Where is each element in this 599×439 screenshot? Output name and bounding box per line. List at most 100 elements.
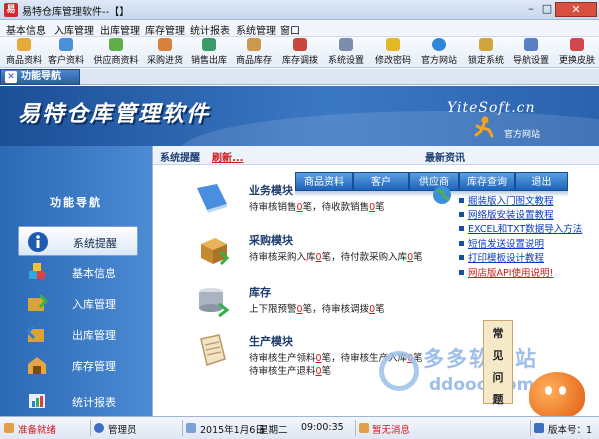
warehouse-icon <box>28 357 46 374</box>
toolbar-nav-settings-button[interactable]: 导航设置 <box>510 38 552 67</box>
business-line: 待审核销售0笔，待收款销售0笔 <box>249 202 385 213</box>
toolbar-website-button[interactable]: 官方网站 <box>418 38 460 67</box>
news-item[interactable]: 短信发送设置说明 <box>459 236 544 250</box>
watermark-logo-icon <box>379 351 419 391</box>
runner-logo-icon <box>474 116 494 138</box>
nav-item-system-reminder[interactable]: 系统提醒 <box>18 226 138 256</box>
official-site-link[interactable]: 官方网站 <box>504 127 540 140</box>
cubes-icon <box>29 263 45 279</box>
toolbar-password-button[interactable]: 修改密码 <box>372 38 414 67</box>
status-user: 管理员 <box>108 425 137 436</box>
news-heading: 最新资讯 <box>425 153 465 164</box>
toolbar-inventory-button[interactable]: 商品库存 <box>233 38 275 67</box>
goods-icon <box>17 38 31 51</box>
sales-icon <box>202 38 216 51</box>
skin-icon <box>570 38 584 51</box>
status-weekday: 星期二 <box>259 425 288 436</box>
toolbar-customer-button[interactable]: 客户资料 <box>46 38 86 67</box>
status-time: 09:00:35 <box>301 422 344 433</box>
menu-bar: 基本信息 入库管理 出库管理 库存管理 统计报表 系统管理 窗口 <box>0 20 599 37</box>
nav-item-outbound[interactable]: 出库管理 <box>18 319 138 349</box>
ie-icon <box>432 38 446 51</box>
menu-basic-info[interactable]: 基本信息 <box>6 22 46 37</box>
nav-item-basic-info[interactable]: 基本信息 <box>18 257 138 287</box>
calendar-icon <box>186 423 196 433</box>
news-item[interactable]: 网络版安装设置教程 <box>459 207 554 221</box>
title-bar: 易 易特仓库管理软件--【】 – □ ✕ <box>0 0 599 20</box>
status-version: 版本号：1 <box>548 425 593 436</box>
close-button[interactable]: ✕ <box>555 2 597 17</box>
supplier-icon <box>109 38 123 51</box>
banner-title: 易特仓库管理软件 <box>18 102 211 127</box>
toolbar-sales-button[interactable]: 销售出库 <box>188 38 230 67</box>
toolbar-skin-button[interactable]: 更换皮肤 <box>556 38 598 67</box>
left-nav-panel: 功能导航 系统提醒 基本信息 入库管理 出库管理 库存管理 统计报表 <box>0 146 152 416</box>
menu-outbound[interactable]: 出库管理 <box>100 22 140 37</box>
user-icon <box>94 423 104 433</box>
inbound-box-icon <box>28 293 48 311</box>
tab-strip <box>80 69 599 85</box>
quick-goods-button[interactable]: 商品资料 <box>295 172 353 191</box>
window-title: 易特仓库管理软件--【】 <box>22 7 130 18</box>
main-content: 系统提醒 刷新... 最新资讯 业务模块 待审核销售0笔，待收款销售0笔 采购模… <box>152 146 599 418</box>
outbound-box-icon <box>26 324 44 342</box>
nav-item-inventory[interactable]: 库存管理 <box>18 350 138 380</box>
status-ready: 准备就绪 <box>18 425 57 436</box>
refresh-link[interactable]: 刷新... <box>212 149 243 164</box>
content-header: 系统提醒 刷新... 最新资讯 <box>153 146 599 165</box>
close-tab-icon[interactable]: ✕ <box>5 71 17 83</box>
menu-window[interactable]: 窗口 <box>280 22 300 37</box>
customer-icon <box>59 38 73 51</box>
news-item[interactable]: 掘装版入门图文教程 <box>459 193 554 207</box>
purchase-line: 待审核采购入库0笔，待付款采购入库0笔 <box>249 252 423 263</box>
clipboard-icon <box>200 334 226 366</box>
purchase-icon <box>158 38 172 51</box>
quick-exit-button[interactable]: 退出 <box>515 172 568 191</box>
menu-inventory[interactable]: 库存管理 <box>145 22 185 37</box>
news-item[interactable]: 打印模板设计教程 <box>459 250 544 264</box>
toolbar: 商品资料 客户资料 供应商资料 采购进货 销售出库 商品库存 库存调拨 系统设置… <box>0 37 599 68</box>
app-icon: 易 <box>4 3 18 17</box>
toolbar-goods-button[interactable]: 商品资料 <box>4 38 44 67</box>
left-nav-title: 功能导航 <box>50 196 102 209</box>
nav-item-reports[interactable]: 统计报表 <box>18 386 138 416</box>
menu-reports[interactable]: 统计报表 <box>190 22 230 37</box>
status-bar: 准备就绪 管理员 2015年1月6日 星期二 09:00:35 暂无消息 版本号… <box>0 416 599 439</box>
version-icon <box>534 423 544 433</box>
globe-icon <box>433 186 451 204</box>
transfer-icon <box>293 38 307 51</box>
toolbar-purchase-button[interactable]: 采购进货 <box>144 38 186 67</box>
production-line-2: 待审核生产退料0笔 <box>249 366 332 377</box>
mascot-icon <box>529 372 585 418</box>
quick-customer-button[interactable]: 客户 <box>353 172 409 191</box>
report-chart-icon <box>29 394 45 408</box>
menu-system[interactable]: 系统管理 <box>236 22 276 37</box>
news-item[interactable]: 网店版API使用说明! <box>459 265 553 279</box>
faq-tab[interactable]: 常 见 问 题 <box>483 320 513 406</box>
inventory-icon <box>247 38 261 51</box>
settings-icon <box>339 38 353 51</box>
nav-item-inbound[interactable]: 入库管理 <box>18 288 138 318</box>
status-date: 2015年1月6日 <box>200 425 265 436</box>
nav-settings-icon <box>524 38 538 51</box>
purchase-box-icon <box>201 238 230 266</box>
news-item[interactable]: EXCEL和TXT数据导入方法 <box>459 221 582 235</box>
ready-icon <box>4 423 14 433</box>
tab-function-nav[interactable]: ✕ 功能导航 <box>0 69 80 85</box>
reminder-heading: 系统提醒 <box>160 153 200 164</box>
quick-stock-query-button[interactable]: 库存查询 <box>459 172 515 191</box>
toolbar-supplier-button[interactable]: 供应商资料 <box>90 38 142 67</box>
key-icon <box>386 38 400 51</box>
toolbar-settings-button[interactable]: 系统设置 <box>325 38 367 67</box>
database-icon <box>199 288 230 318</box>
inventory-line: 上下限预警0笔，待审核调拨0笔 <box>249 304 385 315</box>
info-icon <box>28 232 48 252</box>
status-message[interactable]: 暂无消息 <box>372 422 410 436</box>
book-icon <box>197 184 227 213</box>
message-icon <box>359 423 369 433</box>
maximize-button[interactable]: □ <box>537 2 557 17</box>
menu-inbound[interactable]: 入库管理 <box>54 22 94 37</box>
banner-site: YiteSoft.cn <box>447 100 536 116</box>
toolbar-transfer-button[interactable]: 库存调拨 <box>279 38 321 67</box>
toolbar-lock-button[interactable]: 锁定系统 <box>465 38 507 67</box>
